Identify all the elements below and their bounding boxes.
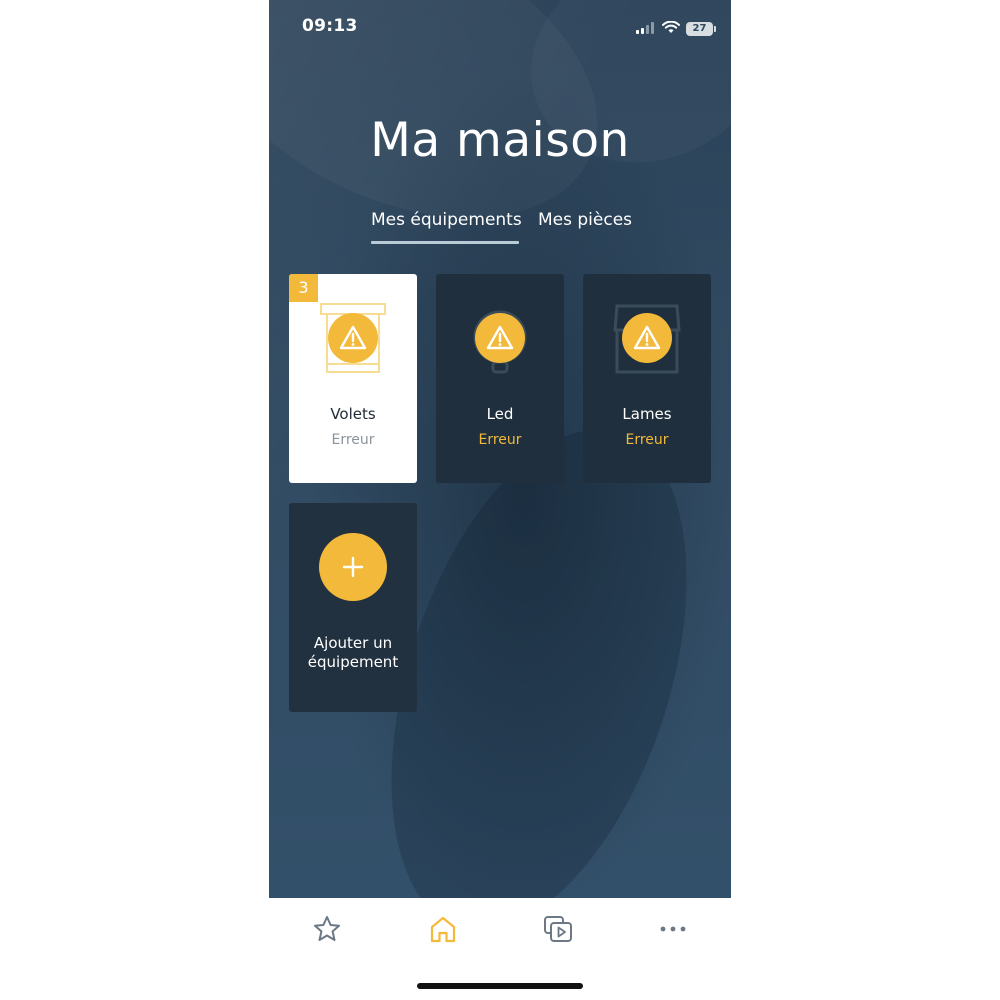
page-title: Ma maison	[370, 113, 630, 168]
device-name: Lames	[622, 405, 672, 423]
add-device-label-line1: Ajouter un	[313, 634, 393, 652]
device-status: Erreur	[625, 432, 669, 448]
device-name: Volets	[330, 405, 376, 423]
device-status: Erreur	[331, 432, 375, 448]
device-status: Erreur	[478, 432, 522, 448]
tabs: Mes équipements Mes pièces	[269, 210, 731, 246]
phone-frame: 09:13 27 Ma maison Mes équipements Mes p…	[269, 0, 731, 1000]
home-icon[interactable]	[426, 912, 460, 946]
count-badge: 3	[289, 274, 318, 302]
bottom-tab-bar	[269, 898, 731, 962]
plus-icon[interactable]	[319, 533, 387, 601]
warning-icon	[328, 313, 378, 363]
add-device-label-line2: équipement	[307, 653, 399, 671]
tab-mes-equipements[interactable]: Mes équipements	[371, 210, 522, 230]
home-indicator	[417, 983, 583, 989]
media-icon[interactable]	[541, 912, 575, 946]
star-icon[interactable]	[310, 912, 344, 946]
device-name: Led	[486, 405, 514, 423]
main-screen: 09:13 27 Ma maison Mes équipements Mes p…	[269, 0, 731, 898]
device-card-led[interactable]: Led Erreur	[436, 274, 564, 483]
add-device-label: Ajouter un équipement	[289, 634, 417, 672]
add-device-card[interactable]: Ajouter un équipement	[289, 503, 417, 712]
wifi-icon	[662, 19, 680, 38]
status-time: 09:13	[302, 16, 358, 36]
device-card-volets[interactable]: 3 Volets Erreur	[289, 274, 417, 483]
status-icons: 27	[636, 19, 716, 38]
tab-mes-pieces[interactable]: Mes pièces	[538, 210, 632, 230]
warning-icon	[622, 313, 672, 363]
cellular-signal-icon	[636, 19, 656, 38]
device-card-lames[interactable]: Lames Erreur	[583, 274, 711, 483]
warning-icon	[475, 313, 525, 363]
battery-indicator: 27	[686, 21, 716, 36]
active-tab-indicator	[371, 241, 519, 244]
more-icon[interactable]	[656, 912, 690, 946]
